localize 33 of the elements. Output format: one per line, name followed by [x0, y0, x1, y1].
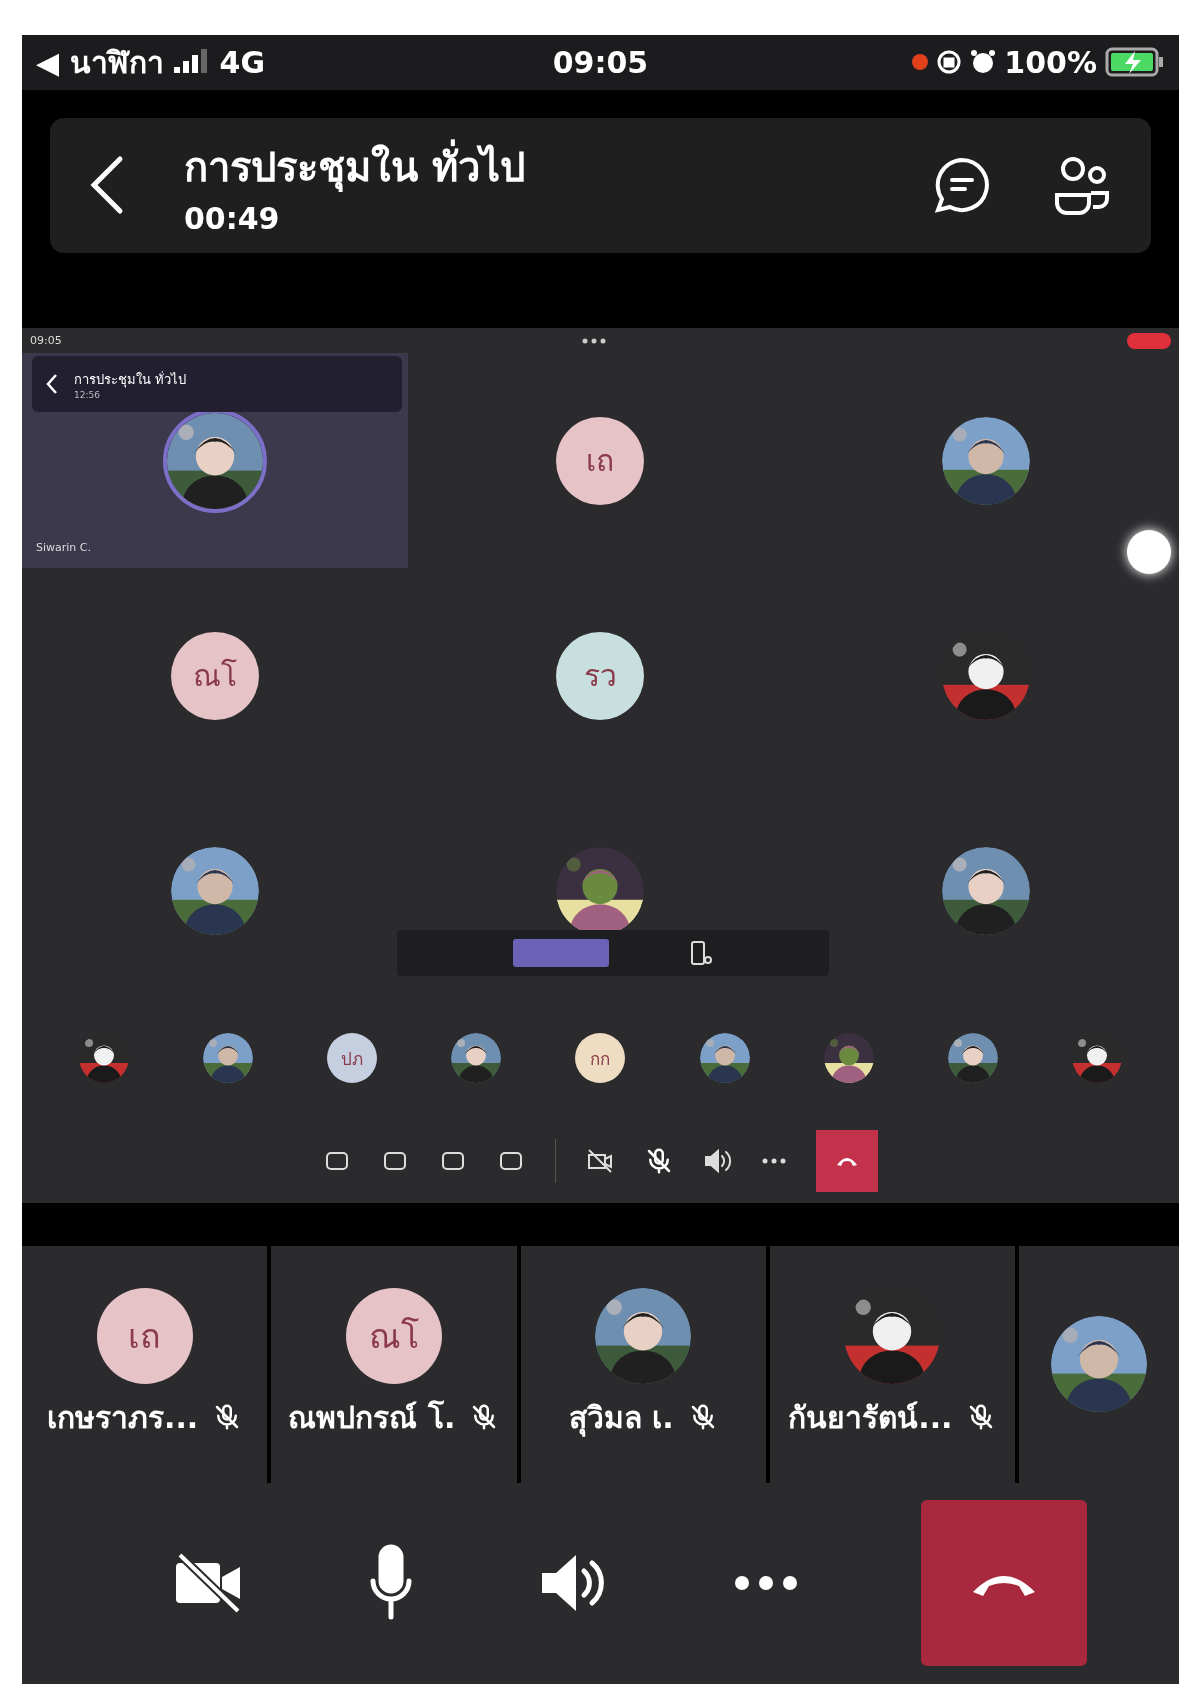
rotation-lock-icon — [936, 49, 963, 76]
meeting-title: การประชุมใน ทั่วไป — [74, 370, 187, 390]
call-duration: 12:56 — [74, 389, 101, 400]
call-duration: 00:49 — [184, 200, 281, 236]
initials-avatar: ปภ — [327, 1033, 378, 1084]
network-label: 4G — [219, 44, 266, 80]
meeting-title: การประชุมใน ทั่วไป — [184, 134, 933, 199]
participant-name: เกษราภร... — [47, 1399, 199, 1437]
battery-percent: 100% — [1004, 44, 1097, 80]
shared-clock: 09:05 — [30, 334, 62, 348]
initials-avatar: ณโ — [170, 631, 259, 720]
participant-name: สุวิมล เ. — [568, 1399, 674, 1439]
speaker-icon — [704, 1146, 732, 1175]
participant-name: Siwarin C. — [36, 541, 91, 555]
back-label[interactable]: ◀ นาฬิกา — [36, 38, 164, 86]
more-icon — [582, 337, 607, 344]
more-button[interactable] — [733, 1575, 798, 1592]
back-icon — [46, 373, 58, 396]
initials-avatar: กก — [575, 1033, 626, 1084]
participant-name: ณพปกรณ์ โ. — [288, 1399, 456, 1437]
alarm-icon — [970, 49, 997, 76]
participant-name: กันยารัตน์... — [788, 1399, 953, 1437]
initials-avatar: เถ — [96, 1288, 193, 1384]
battery-charging-icon — [1105, 47, 1165, 78]
back-icon[interactable] — [90, 155, 124, 216]
initials-avatar: เถ — [556, 416, 645, 505]
initials-avatar: ณโ — [345, 1288, 442, 1384]
more-icon — [762, 1157, 786, 1164]
phone-audio-icon — [689, 940, 713, 967]
camera-off-icon — [586, 1146, 614, 1175]
clock: 09:05 — [552, 44, 649, 80]
initials-avatar: รว — [556, 631, 645, 720]
recording-pill-icon — [1127, 332, 1171, 349]
